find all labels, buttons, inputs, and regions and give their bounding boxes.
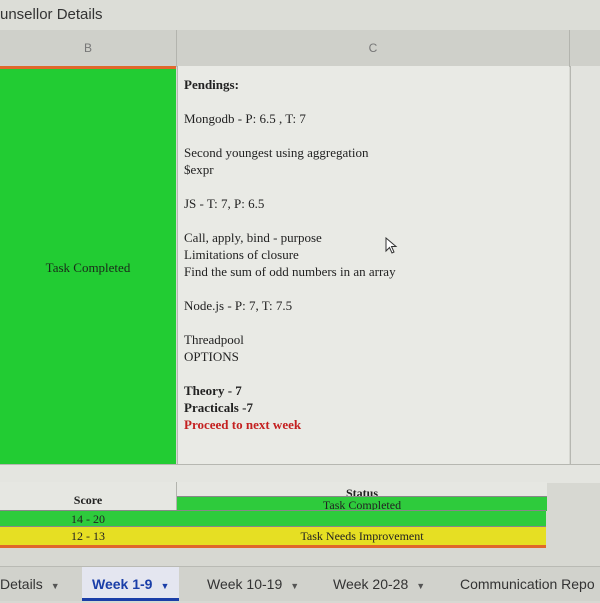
sheet-title: unsellor Details <box>0 0 600 30</box>
legend-range: 14 - 20 <box>71 512 105 526</box>
empty-row[interactable] <box>0 464 600 483</box>
column-header-row: B C <box>0 30 600 67</box>
column-header-d[interactable] <box>570 30 600 66</box>
legend-row-completed[interactable]: 14 - 20 <box>0 510 546 527</box>
pending-item: Limitations of closure <box>184 247 299 262</box>
pending-item: Threadpool <box>184 332 244 347</box>
legend-status-completed: Task Completed <box>177 496 547 512</box>
chevron-down-icon[interactable]: ▼ <box>160 581 169 591</box>
score-legend: Score Status Task Completed 14 - 20 12 -… <box>0 482 600 548</box>
pending-item: Call, apply, bind - purpose <box>184 230 322 245</box>
tab-label: Details <box>0 576 43 592</box>
node-score: Node.js - P: 7, T: 7.5 <box>184 298 293 313</box>
chevron-down-icon[interactable]: ▼ <box>290 581 299 591</box>
chevron-down-icon[interactable]: ▼ <box>416 581 425 591</box>
tab-label: Communication Repo <box>460 576 595 592</box>
chevron-down-icon[interactable]: ▼ <box>51 581 60 591</box>
legend-row-improvement[interactable]: 12 - 13 Task Needs Improvement <box>0 526 546 548</box>
column-header-b[interactable]: B <box>0 30 177 66</box>
js-score: JS - T: 7, P: 6.5 <box>184 196 265 211</box>
practicals-score: Practicals -7 <box>184 400 253 415</box>
tab-label: Week 10-19 <box>207 576 283 592</box>
tab-communication-report[interactable]: Communication Repo <box>460 567 595 601</box>
legend-score-header: Score <box>0 482 177 510</box>
status-cell[interactable]: Task Completed <box>0 66 176 467</box>
tab-label: Week 20-28 <box>333 576 409 592</box>
mouse-pointer-icon <box>385 237 398 254</box>
tab-details[interactable]: Details ▼ <box>0 567 60 601</box>
mongodb-score: Mongodb - P: 6.5 , T: 7 <box>184 111 306 126</box>
pending-item: Find the sum of odd numbers in an array <box>184 264 396 279</box>
tab-week-10-19[interactable]: Week 10-19 ▼ <box>207 567 299 601</box>
column-header-c[interactable]: C <box>177 30 570 66</box>
tab-week-20-28[interactable]: Week 20-28 ▼ <box>333 567 425 601</box>
notes-cell[interactable]: Pendings: Mongodb - P: 6.5 , T: 7 Second… <box>177 66 569 464</box>
status-cell-text: Task Completed <box>45 260 131 275</box>
tab-label: Week 1-9 <box>92 576 153 592</box>
theory-score: Theory - 7 <box>184 383 242 398</box>
pending-item: Second youngest using aggregation <box>184 145 369 160</box>
pending-item: OPTIONS <box>184 349 239 364</box>
tab-week-1-9[interactable]: Week 1-9 ▼ <box>82 567 180 601</box>
pending-item: $expr <box>184 162 214 177</box>
legend-status: Task Needs Improvement <box>300 529 424 543</box>
legend-range: 12 - 13 <box>71 529 105 543</box>
empty-cell-d[interactable] <box>570 66 600 464</box>
legend-status-header: Status <box>177 482 547 500</box>
proceed-note: Proceed to next week <box>184 417 302 432</box>
pendings-heading: Pendings: <box>184 77 239 92</box>
sheet-tab-bar: Details ▼ Week 1-9 ▼ Week 10-19 ▼ Week 20-2… <box>0 566 600 601</box>
